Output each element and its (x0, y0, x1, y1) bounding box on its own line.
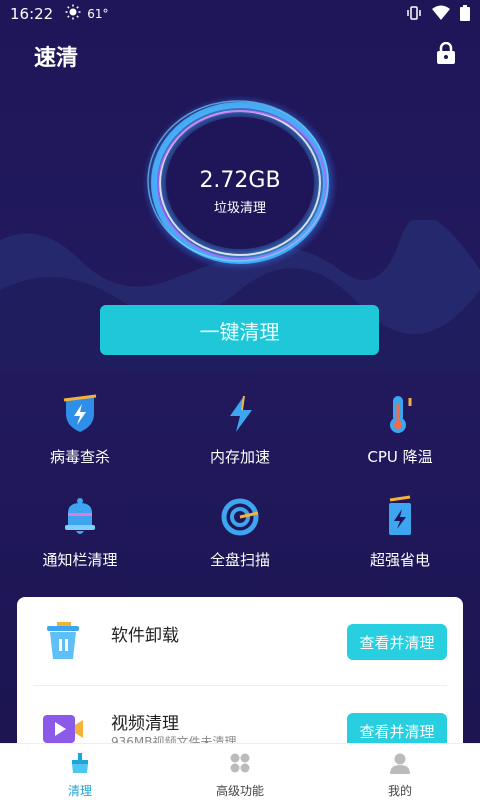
row-title: 视频清理 (111, 714, 179, 734)
bell-icon (58, 495, 102, 539)
trash-icon (41, 619, 85, 663)
app-title: 速清 (34, 46, 79, 71)
bottom-navigation: 清理 高级功能 我的 (0, 743, 480, 800)
lightning-icon (218, 392, 262, 436)
row-title: 软件卸载 (111, 626, 179, 646)
feature-notification-clean[interactable]: 通知栏清理 (10, 495, 150, 570)
feature-power-saving[interactable]: 超强省电 (330, 495, 470, 570)
battery-icon (378, 495, 422, 539)
view-and-clean-button[interactable]: 查看并清理 (347, 624, 447, 660)
vibrate-icon (406, 5, 422, 25)
tools-card: 软件卸载 查看并清理 视频清理 936MB视频文件未清理 查看并清理 (17, 597, 463, 757)
nav-label: 高级功能 (215, 784, 264, 798)
nav-label: 我的 (387, 784, 412, 798)
person-icon (389, 752, 411, 778)
sun-icon (65, 4, 81, 24)
status-time: 16:22 (10, 5, 54, 23)
battery-status-icon (460, 5, 470, 25)
status-temperature: 61° (87, 7, 109, 21)
one-key-clean-button[interactable]: 一键清理 (100, 305, 379, 355)
feature-memory-boost[interactable]: 内存加速 (170, 392, 310, 467)
divider (33, 685, 447, 686)
lock-icon[interactable] (436, 41, 456, 68)
grid-icon (229, 752, 251, 778)
nav-item-advanced[interactable]: 高级功能 (160, 744, 320, 800)
feature-cpu-cooling[interactable]: CPU 降温 (330, 392, 470, 467)
wifi-icon (432, 5, 450, 25)
feature-full-scan[interactable]: 全盘扫描 (170, 495, 310, 570)
thermometer-icon (378, 392, 422, 436)
feature-virus-scan[interactable]: 病毒查杀 (10, 392, 150, 467)
nav-item-clean[interactable]: 清理 (0, 744, 160, 800)
junk-size: 2.72GB (199, 168, 281, 193)
scan-icon (218, 495, 262, 539)
broom-icon (69, 752, 91, 778)
junk-label: 垃圾清理 (213, 201, 266, 216)
nav-label: 清理 (67, 784, 92, 798)
nav-item-profile[interactable]: 我的 (320, 744, 480, 800)
list-item[interactable]: 软件卸载 查看并清理 (17, 597, 463, 687)
status-bar: 16:22 61° (0, 0, 480, 28)
shield-bolt-icon (58, 392, 102, 436)
